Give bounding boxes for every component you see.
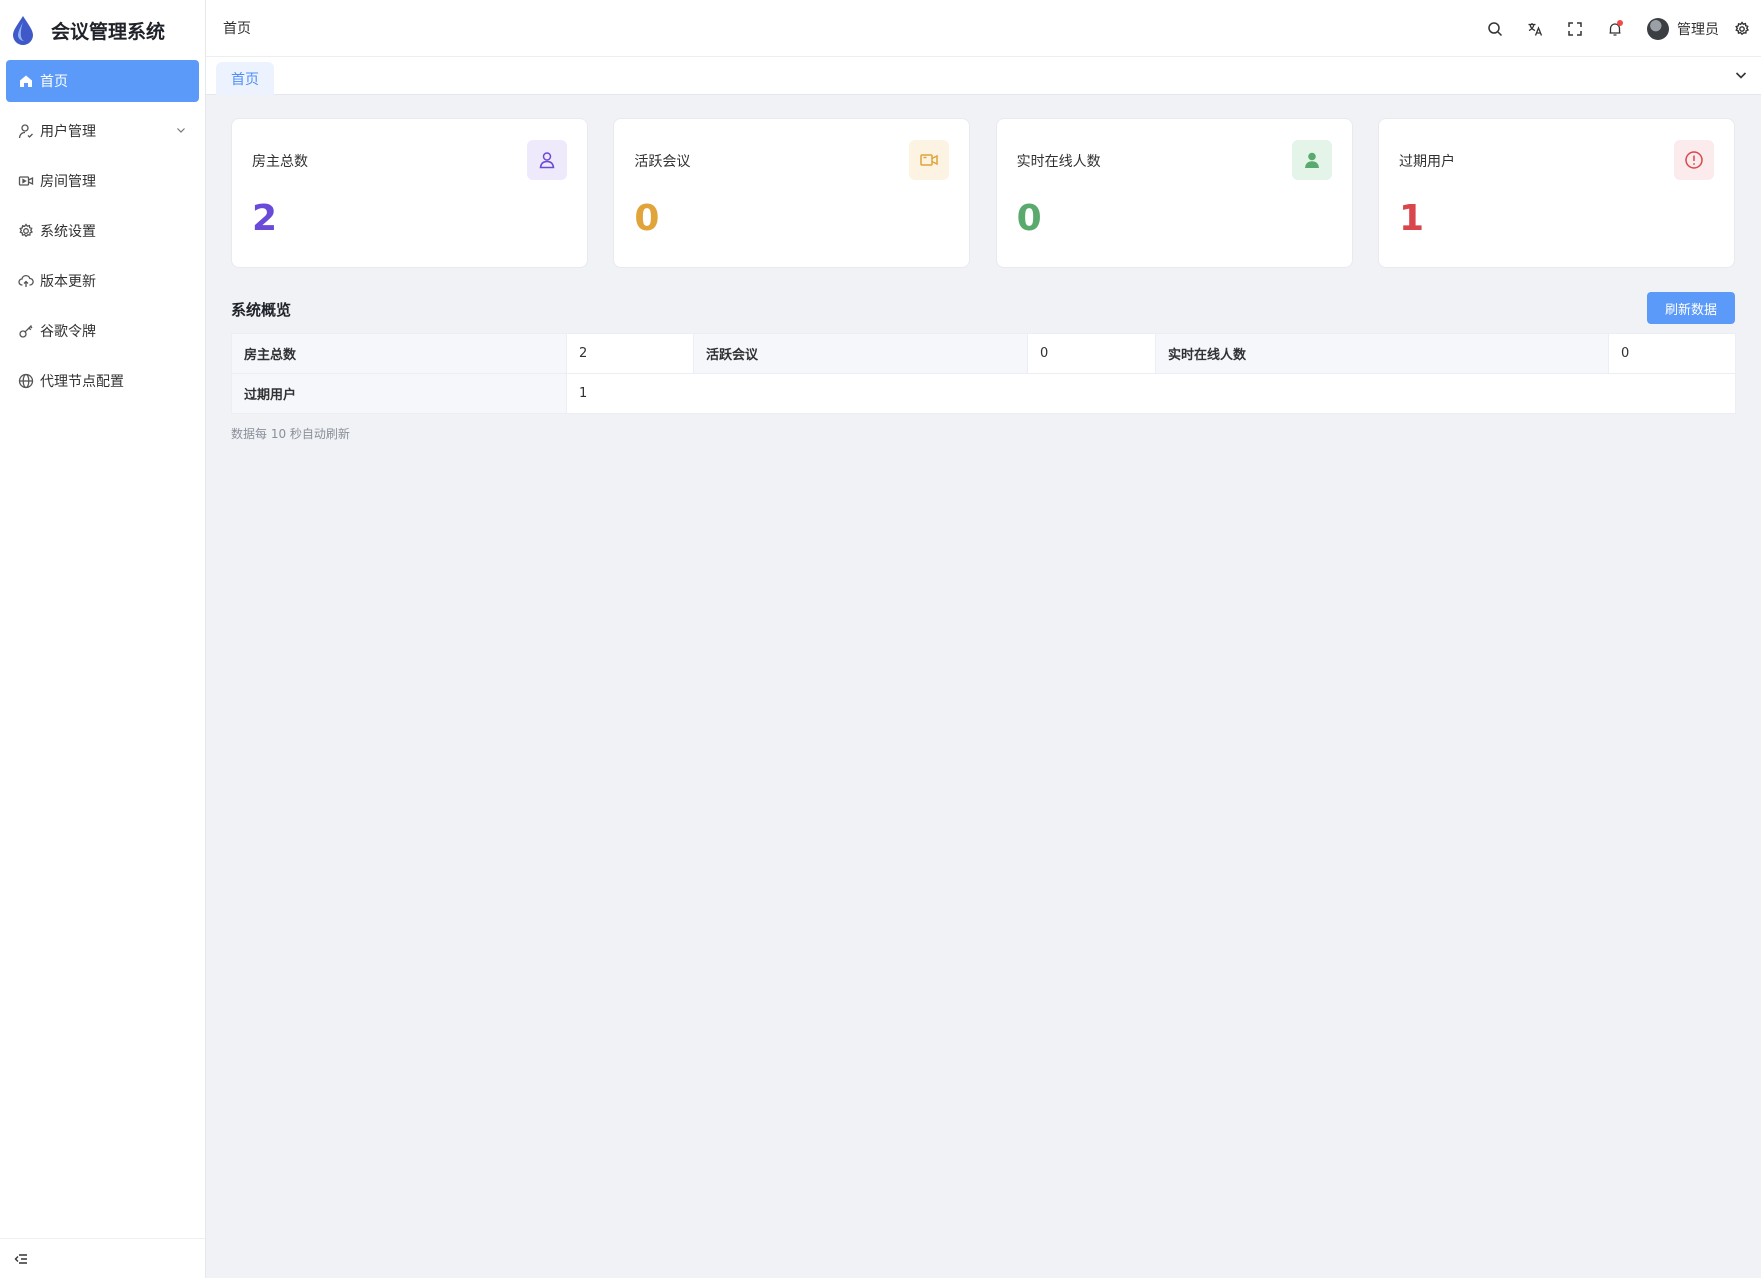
table-row: 房主总数 2 活跃会议 0 实时在线人数 0 bbox=[231, 333, 1736, 374]
user-manage-icon bbox=[18, 123, 34, 139]
bell-icon[interactable] bbox=[1595, 9, 1635, 49]
top-header: 首页 管理员 bbox=[206, 0, 1761, 57]
fullscreen-icon[interactable] bbox=[1555, 9, 1595, 49]
table-value-cell: 0 bbox=[1027, 333, 1156, 374]
tabs-bar: 首页 bbox=[206, 57, 1761, 95]
key-icon bbox=[18, 323, 34, 339]
stat-card-online-users: 实时在线人数 0 bbox=[995, 118, 1353, 268]
user-name: 管理员 bbox=[1677, 21, 1719, 38]
breadcrumb[interactable]: 首页 bbox=[223, 18, 251, 38]
app-logo[interactable]: 会议管理系统 bbox=[0, 0, 205, 60]
stat-label: 过期用户 bbox=[1398, 154, 1455, 170]
stats-cards: 房主总数 2 活跃会议 0 实时在线人数 0 过期用户 1 bbox=[231, 118, 1735, 268]
main-content: 房主总数 2 活跃会议 0 实时在线人数 0 过期用户 1 系统概览 刷新数据 … bbox=[206, 95, 1761, 1278]
table-value-cell: 2 bbox=[566, 333, 694, 374]
stat-value: 0 bbox=[634, 198, 660, 239]
sidebar-item-label: 系统设置 bbox=[40, 224, 96, 240]
cloud-upload-icon bbox=[18, 273, 34, 289]
refresh-data-button[interactable]: 刷新数据 bbox=[1647, 292, 1735, 324]
sidebar-item-home[interactable]: 首页 bbox=[6, 60, 199, 102]
stat-card-active-meetings: 活跃会议 0 bbox=[613, 118, 971, 268]
header-tools: 管理员 bbox=[1475, 0, 1761, 57]
auto-refresh-note: 数据每 10 秒自动刷新 bbox=[231, 427, 350, 441]
table-label-cell: 实时在线人数 bbox=[1155, 333, 1609, 374]
sidebar-item-system-settings[interactable]: 系统设置 bbox=[6, 210, 199, 252]
table-row: 过期用户 1 bbox=[231, 373, 1736, 414]
user-menu[interactable]: 管理员 bbox=[1647, 17, 1719, 40]
video-camera-icon bbox=[909, 140, 950, 180]
user-filled-icon bbox=[1291, 140, 1332, 180]
video-camera-icon bbox=[18, 173, 34, 189]
sidebar-item-proxy-node-config[interactable]: 代理节点配置 bbox=[6, 360, 199, 402]
globe-icon bbox=[18, 373, 34, 389]
stat-value: 0 bbox=[1016, 198, 1042, 239]
sidebar-item-label: 用户管理 bbox=[40, 124, 96, 140]
gear-icon bbox=[18, 223, 34, 239]
stat-card-expired-users: 过期用户 1 bbox=[1377, 118, 1735, 268]
stat-value: 2 bbox=[252, 198, 278, 239]
sidebar-item-google-token[interactable]: 谷歌令牌 bbox=[6, 310, 199, 352]
system-overview-table: 房主总数 2 活跃会议 0 实时在线人数 0 过期用户 1 bbox=[231, 333, 1736, 414]
table-label-cell: 房主总数 bbox=[231, 333, 567, 374]
sidebar-menu: 首页 用户管理 房间管理 系统设置 版本更新 谷歌令牌 代理节点配置 bbox=[0, 60, 205, 402]
sidebar-item-user-management[interactable]: 用户管理 bbox=[6, 110, 199, 152]
avatar bbox=[1647, 17, 1669, 40]
sidebar-item-version-update[interactable]: 版本更新 bbox=[6, 260, 199, 302]
sidebar-item-label: 版本更新 bbox=[40, 274, 96, 290]
section-title: 系统概览 bbox=[231, 301, 292, 319]
stat-card-room-owners: 房主总数 2 bbox=[231, 118, 588, 268]
search-icon[interactable] bbox=[1475, 9, 1515, 49]
warning-circle-icon bbox=[1673, 140, 1714, 180]
chevron-down-icon bbox=[175, 124, 187, 136]
stat-value: 1 bbox=[1398, 198, 1425, 239]
sidebar-item-label: 房间管理 bbox=[40, 174, 96, 190]
stat-label: 实时在线人数 bbox=[1016, 154, 1101, 170]
sidebar-item-label: 代理节点配置 bbox=[40, 374, 124, 390]
sidebar-item-label: 谷歌令牌 bbox=[40, 324, 96, 340]
sidebar-item-label: 首页 bbox=[40, 74, 68, 90]
table-label-cell: 过期用户 bbox=[231, 373, 567, 414]
notification-dot bbox=[1617, 19, 1623, 26]
table-value-cell: 0 bbox=[1608, 333, 1736, 374]
sidebar-item-room-management[interactable]: 房间管理 bbox=[6, 160, 199, 202]
stat-label: 活跃会议 bbox=[634, 154, 691, 170]
home-icon bbox=[18, 73, 34, 89]
table-value-cell: 1 bbox=[566, 373, 1736, 414]
gear-icon[interactable] bbox=[1729, 9, 1755, 49]
water-drop-logo-icon bbox=[9, 14, 37, 46]
tab-home[interactable]: 首页 bbox=[216, 62, 274, 95]
translate-icon[interactable] bbox=[1515, 9, 1555, 49]
app-title: 会议管理系统 bbox=[51, 20, 166, 43]
chevron-down-icon[interactable] bbox=[1733, 67, 1749, 83]
sidebar-collapse-button[interactable] bbox=[0, 1238, 205, 1278]
collapse-menu-icon bbox=[13, 1251, 29, 1267]
user-outline-icon bbox=[527, 140, 567, 180]
table-label-cell: 活跃会议 bbox=[693, 333, 1028, 374]
stat-label: 房主总数 bbox=[252, 154, 308, 170]
sidebar: 会议管理系统 首页 用户管理 房间管理 系统设置 版本更新 谷歌令牌 代理节点配… bbox=[0, 0, 206, 1278]
